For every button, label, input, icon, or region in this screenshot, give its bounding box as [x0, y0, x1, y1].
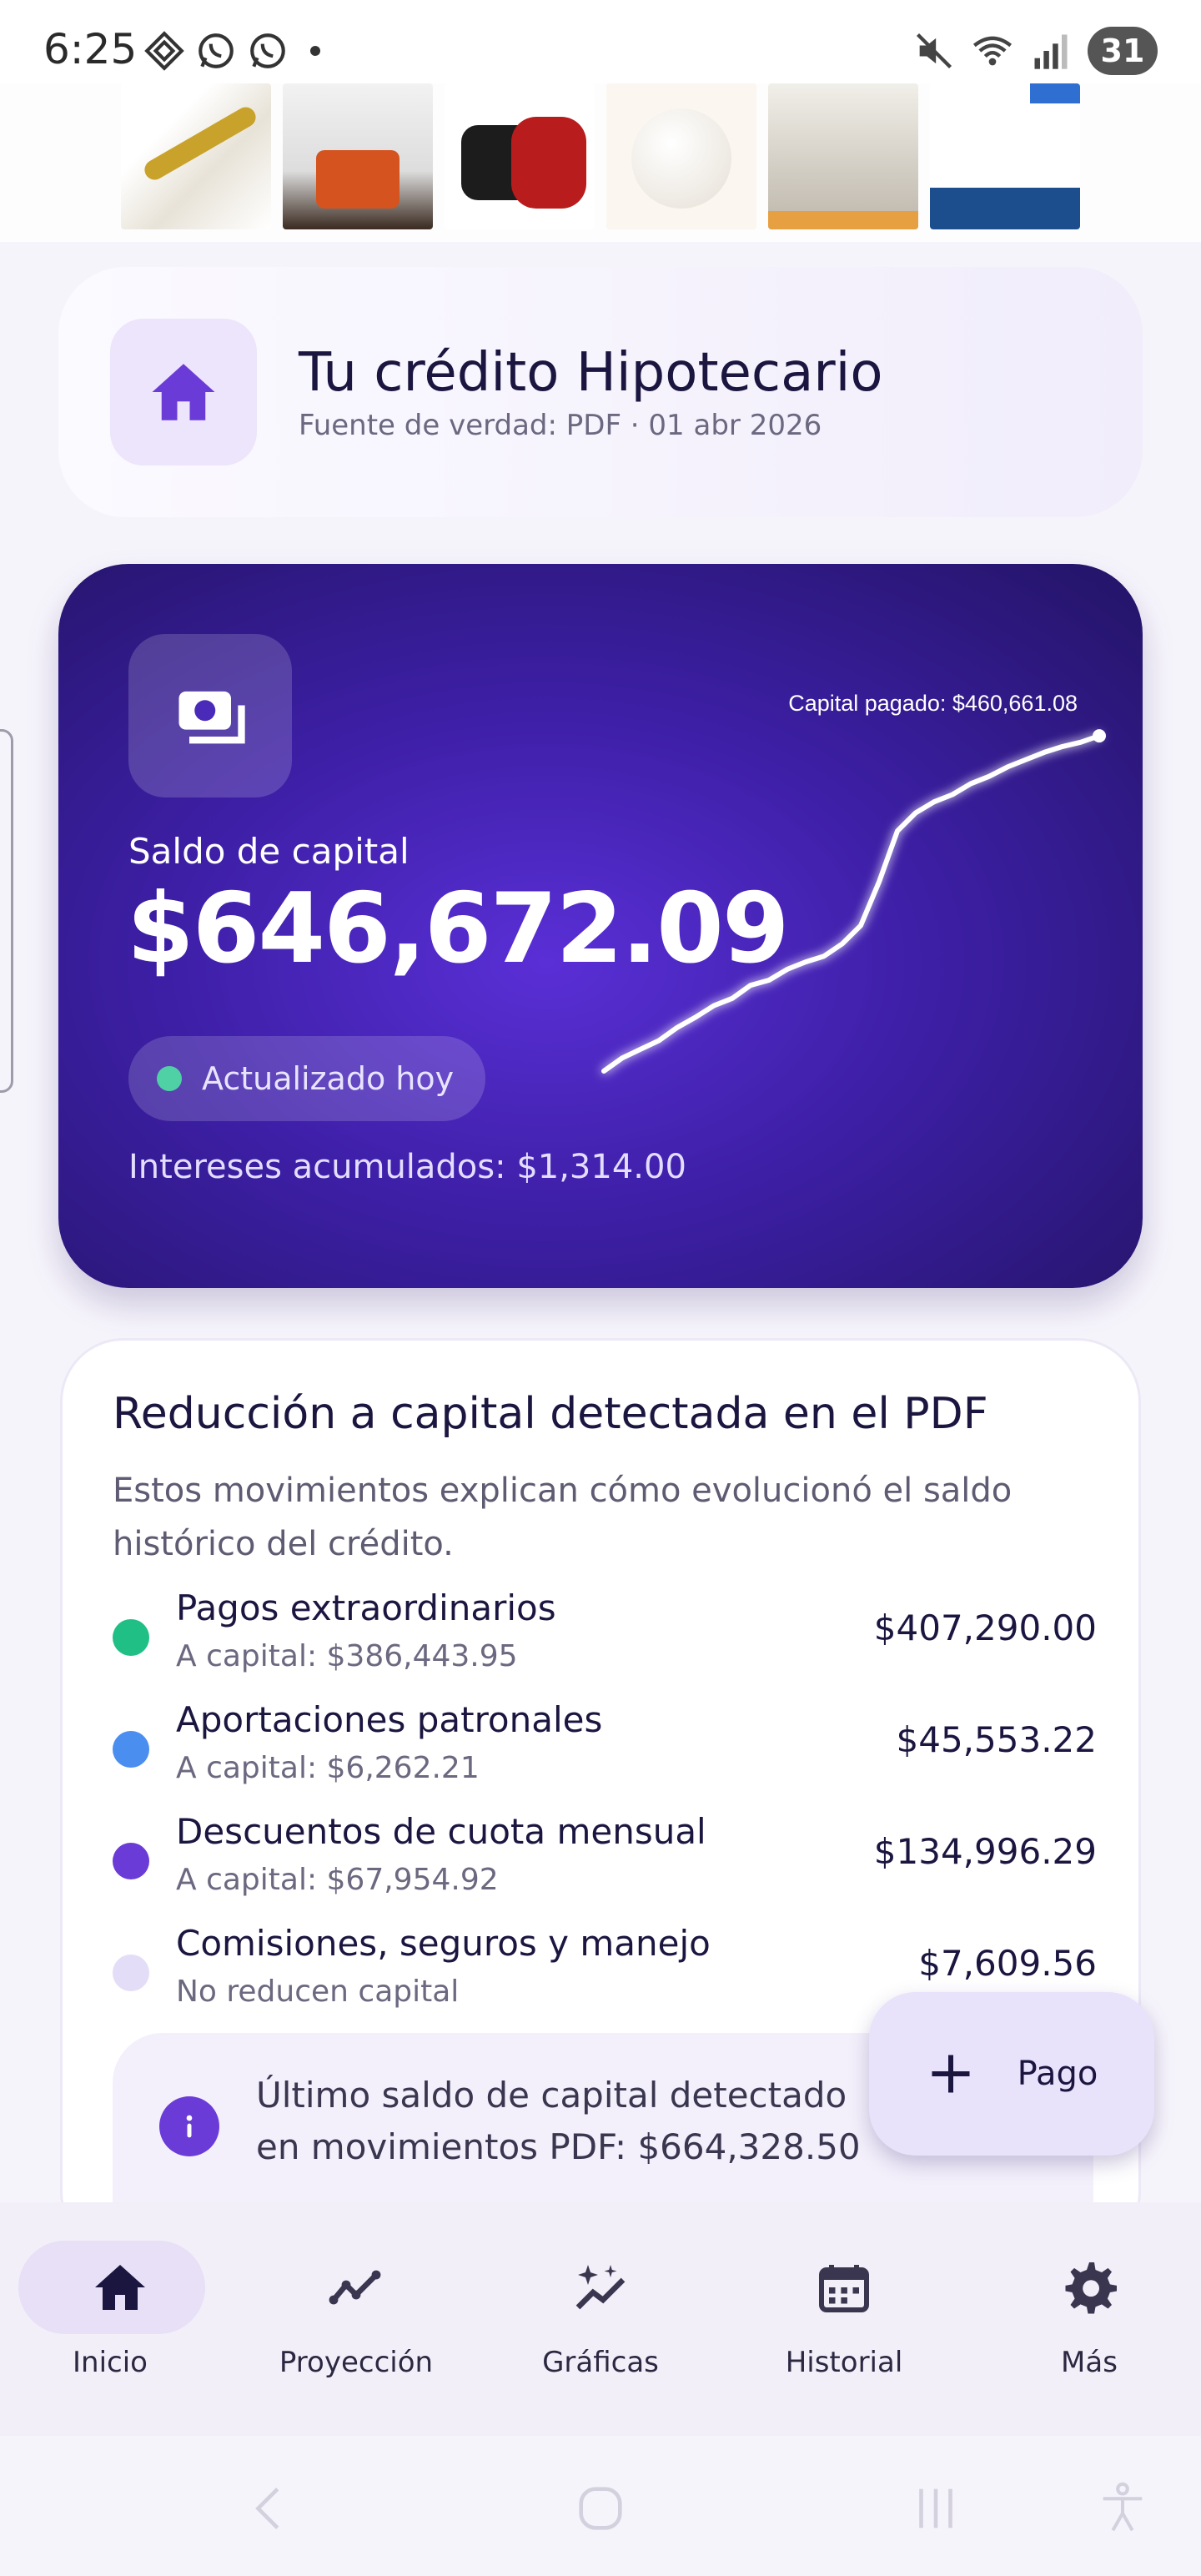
home-circle-icon[interactable]	[567, 2479, 634, 2538]
ad-banner[interactable]	[0, 83, 1201, 242]
category-capital: A capital: $386,443.95	[176, 1639, 518, 1673]
gear-icon	[1065, 2262, 1117, 2314]
wifi-5g-icon	[972, 36, 1013, 66]
balance-label: Saldo de capital	[128, 831, 410, 872]
home-icon	[152, 364, 215, 420]
chart-annotation: Capital pagado: $460,661.08	[788, 691, 1078, 716]
nav-label: Más	[1061, 2346, 1118, 2379]
whatsapp-icon	[250, 33, 285, 68]
header-card: Tu crédito Hipotecario Fuente de verdad:…	[58, 267, 1143, 517]
category-color-dot	[113, 1955, 149, 1991]
whatsapp-icon	[198, 33, 234, 68]
accessibility-icon[interactable]	[1089, 2479, 1156, 2538]
category-name: Descuentos de cuota mensual	[176, 1811, 706, 1852]
category-capital: No reducen capital	[176, 1975, 460, 2009]
status-notification-icons	[143, 30, 320, 72]
chart-endpoint-marker	[1093, 729, 1106, 743]
bottom-navigation: Inicio Proyección Gráficas Historial Más	[0, 2202, 1201, 2436]
category-amount: $7,609.56	[918, 1943, 1097, 1984]
ad-product-image[interactable]	[283, 83, 433, 229]
nav-label: Proyección	[279, 2346, 434, 2379]
section-description: Estos movimientos explican cómo evolucio…	[113, 1472, 1013, 1563]
category-capital: A capital: $6,262.21	[176, 1751, 480, 1785]
ad-product-image[interactable]	[606, 83, 756, 229]
category-amount: $134,996.29	[873, 1831, 1097, 1872]
balance-value: $646,672.09	[127, 873, 790, 985]
add-payment-button[interactable]: Pago	[869, 1992, 1154, 2156]
status-bar: 6:25 31	[0, 0, 1201, 83]
status-text: Actualizado hoy	[202, 1060, 455, 1097]
nav-item-proyeccion[interactable]: Proyección	[236, 2202, 476, 2436]
list-item: Aportaciones patronales A capital: $6,26…	[113, 1699, 1097, 1799]
list-item: Descuentos de cuota mensual A capital: $…	[113, 1811, 1097, 1911]
category-amount: $407,290.00	[873, 1607, 1097, 1648]
accrued-interest: Intereses acumulados: $1,314.00	[128, 1148, 686, 1186]
nav-item-historial[interactable]: Historial	[724, 2202, 964, 2436]
sparkle-chart-icon	[575, 2265, 626, 2310]
nav-label: Gráficas	[542, 2346, 659, 2379]
status-badge: Actualizado hoy	[128, 1036, 486, 1121]
category-name: Aportaciones patronales	[176, 1699, 603, 1740]
recents-icon[interactable]	[902, 2479, 969, 2538]
money-icon	[178, 691, 245, 744]
category-name: Pagos extraordinarios	[176, 1587, 556, 1628]
category-color-dot	[113, 1619, 149, 1656]
mute-icon	[916, 33, 952, 69]
grid-app-icon	[144, 31, 184, 71]
back-icon[interactable]	[237, 2479, 304, 2538]
plus-icon	[932, 2055, 970, 2093]
trend-icon	[329, 2270, 381, 2305]
battery-icon: 31	[1088, 27, 1158, 75]
nav-label: Inicio	[73, 2346, 148, 2379]
info-icon	[159, 2096, 219, 2156]
signal-icon	[1034, 34, 1068, 69]
nav-label: Historial	[785, 2346, 903, 2379]
ad-product-image[interactable]	[121, 83, 271, 229]
status-system-icons: 31	[912, 27, 1158, 75]
page-subtitle: Fuente de verdad: PDF · 01 abr 2026	[299, 409, 822, 442]
category-capital: A capital: $67,954.92	[176, 1863, 499, 1897]
notification-dot	[310, 46, 320, 56]
category-name: Comisiones, seguros y manejo	[176, 1923, 711, 1964]
list-item: Pagos extraordinarios A capital: $386,44…	[113, 1587, 1097, 1688]
category-color-dot	[113, 1843, 149, 1879]
calendar-icon	[819, 2265, 869, 2312]
ad-product-image[interactable]	[930, 83, 1080, 229]
nav-item-mas[interactable]: Más	[969, 2202, 1201, 2436]
home-tile	[110, 319, 257, 465]
balance-hero-card: Capital pagado: $460,661.08 Saldo de cap…	[58, 564, 1143, 1288]
money-tile	[128, 634, 292, 797]
home-icon	[95, 2265, 145, 2310]
section-title: Reducción a capital detectada en el PDF	[113, 1389, 988, 1439]
nav-item-graficas[interactable]: Gráficas	[480, 2202, 721, 2436]
category-amount: $45,553.22	[896, 1719, 1097, 1760]
edge-panel-handle[interactable]	[0, 729, 13, 1093]
page-title: Tu crédito Hipotecario	[299, 342, 883, 404]
info-text: Último saldo de capital detectado en mov…	[256, 2075, 861, 2167]
fab-label: Pago	[1017, 2055, 1098, 2093]
category-color-dot	[113, 1731, 149, 1768]
ad-product-image[interactable]	[768, 83, 918, 229]
ad-product-image[interactable]	[445, 83, 595, 229]
system-navigation-bar	[0, 2436, 1201, 2576]
status-time: 6:25	[43, 25, 138, 73]
status-dot	[157, 1066, 182, 1091]
nav-item-inicio[interactable]: Inicio	[0, 2202, 240, 2436]
